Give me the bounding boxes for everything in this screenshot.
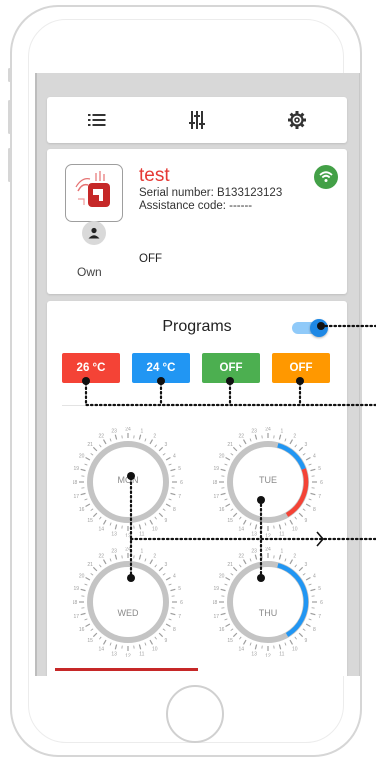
tutorial-overlay [82, 322, 376, 582]
home-button[interactable] [166, 685, 224, 743]
